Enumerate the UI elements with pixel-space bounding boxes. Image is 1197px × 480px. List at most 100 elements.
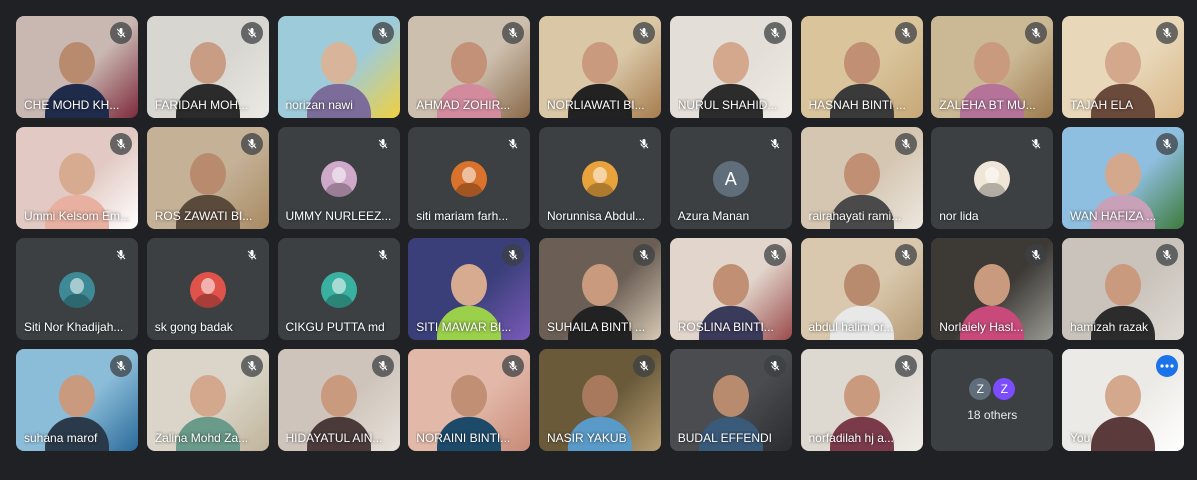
participant-name: BUDAL EFFENDI [677, 431, 772, 445]
participant-tile[interactable]: CHE MOHD KH... [16, 16, 138, 118]
mic-off-icon [1025, 133, 1048, 155]
participant-tile[interactable]: WAN HAFIZA ... [1062, 127, 1184, 229]
participant-tile[interactable]: ROSLINA BINTI... [669, 238, 792, 340]
mic-off-icon [1156, 244, 1178, 266]
participant-name: nor lida [939, 209, 979, 223]
others-tile[interactable]: Z Z 18 others [931, 349, 1054, 451]
participant-tile[interactable]: sk gong badak [146, 238, 269, 340]
mic-off-icon [763, 244, 786, 266]
participant-name: ROS ZAWATI BI... [154, 209, 253, 223]
participant-name: suhana marof [24, 431, 98, 445]
participant-tile[interactable]: suhana marof [16, 349, 138, 451]
mic-off-icon [894, 355, 917, 377]
participant-tile[interactable]: Ummi Kelsom Em... [16, 127, 138, 229]
participant-tile[interactable]: ROS ZAWATI BI... [146, 127, 269, 229]
participant-tile[interactable]: HASNAH BINTI ... [800, 16, 923, 118]
participant-name: ROSLINA BINTI... [677, 320, 774, 334]
mic-off-icon [633, 244, 655, 266]
participant-tile[interactable]: rairahayati rami... [800, 127, 923, 229]
mic-off-icon [633, 355, 655, 377]
participant-tile[interactable]: Norunnisa Abdul... [539, 127, 661, 229]
participant-name: Zalina Mohd Za... [154, 431, 249, 445]
mic-off-icon [240, 355, 263, 377]
participant-tile[interactable]: siti mariam farh... [408, 127, 531, 229]
participant-name: AHMAD ZOHIR... [416, 98, 511, 112]
participant-tile[interactable]: nor lida [931, 127, 1054, 229]
participant-tile[interactable]: NURUL SHAHID... [669, 16, 792, 118]
mic-off-icon [1156, 22, 1178, 44]
more-options-icon[interactable] [1156, 355, 1178, 377]
mic-off-icon [1156, 133, 1178, 155]
participant-name: NORLIAWATI BI... [547, 98, 645, 112]
participant-tile[interactable]: A Azura Manan [669, 127, 792, 229]
mic-off-icon [371, 244, 394, 266]
participant-tile[interactable]: Norlaiely Hasl... [931, 238, 1054, 340]
mic-off-icon [633, 22, 655, 44]
participant-name: NURUL SHAHID... [677, 98, 778, 112]
participant-tile[interactable]: SUHAILA BINTI ... [539, 238, 661, 340]
others-count-label: 18 others [967, 408, 1018, 422]
participant-name: siti mariam farh... [416, 209, 509, 223]
participant-name: CIKGU PUTTA md [285, 320, 385, 334]
participant-tile[interactable]: NASIR YAKUB [539, 349, 661, 451]
mic-off-icon [371, 133, 394, 155]
participant-tile[interactable]: hamizah razak [1062, 238, 1184, 340]
mic-off-icon [110, 244, 132, 266]
participant-tile[interactable]: Siti Nor Khadijah... [16, 238, 138, 340]
participant-tile[interactable]: AHMAD ZOHIR... [408, 16, 531, 118]
participant-tile[interactable]: abdul halim or... [800, 238, 923, 340]
mic-off-icon [110, 355, 132, 377]
participant-name: HIDAYATUL AIN... [285, 431, 383, 445]
mic-off-icon [240, 133, 263, 155]
participant-tile[interactable]: HIDAYATUL AIN... [277, 349, 400, 451]
participant-name: WAN HAFIZA ... [1070, 209, 1157, 223]
participant-name: sk gong badak [154, 320, 233, 334]
mic-off-icon [763, 22, 786, 44]
participant-tile[interactable]: FARIDAH MOH... [146, 16, 269, 118]
mic-off-icon [240, 244, 263, 266]
mic-off-icon [763, 133, 786, 155]
mic-off-icon [502, 133, 525, 155]
self-tile[interactable]: You [1062, 349, 1184, 451]
profile-photo-avatar [59, 272, 95, 308]
mic-off-icon [110, 133, 132, 155]
participant-name: SUHAILA BINTI ... [547, 320, 646, 334]
profile-photo-avatar [974, 161, 1011, 197]
participant-tile[interactable]: TAJAH ELA [1062, 16, 1184, 118]
mic-off-icon [763, 355, 786, 377]
participant-name: Norlaiely Hasl... [939, 320, 1024, 334]
participant-tile[interactable]: Zalina Mohd Za... [146, 349, 269, 451]
mic-off-icon [894, 244, 917, 266]
participant-name: UMMY NURLEEZ... [285, 209, 392, 223]
participant-name: abdul halim or... [808, 320, 894, 334]
participant-grid: CHE MOHD KH... FARIDAH MOH... norizan nawi… [16, 16, 1184, 451]
participant-name: NASIR YAKUB [547, 431, 627, 445]
profile-photo-avatar [189, 272, 226, 308]
participant-name: Azura Manan [677, 209, 750, 223]
participant-name: CHE MOHD KH... [24, 98, 120, 112]
mic-off-icon [894, 133, 917, 155]
participant-name: Norunnisa Abdul... [547, 209, 646, 223]
participant-name: ZALEHA BT MU... [939, 98, 1036, 112]
participant-name: norizan nawi [285, 98, 353, 112]
letter-avatar: A [712, 161, 749, 197]
participant-name: Ummi Kelsom Em... [24, 209, 130, 223]
participant-name: You [1070, 431, 1091, 445]
participant-tile[interactable]: norfadilah hj a... [800, 349, 923, 451]
participant-tile[interactable]: BUDAL EFFENDI [669, 349, 792, 451]
mic-off-icon [110, 22, 132, 44]
others-avatar: Z [969, 378, 992, 400]
participant-name: hamizah razak [1070, 320, 1149, 334]
participant-tile[interactable]: UMMY NURLEEZ... [277, 127, 400, 229]
participant-tile[interactable]: SITI MAWAR BI... [408, 238, 531, 340]
participant-tile[interactable]: NORLIAWATI BI... [539, 16, 661, 118]
participant-name: SITI MAWAR BI... [416, 320, 512, 334]
participant-tile[interactable]: norizan nawi [277, 16, 400, 118]
participant-name: Siti Nor Khadijah... [24, 320, 124, 334]
participant-name: norfadilah hj a... [808, 431, 894, 445]
participant-tile[interactable]: NORAINI BINTI... [408, 349, 531, 451]
participant-tile[interactable]: CIKGU PUTTA md [277, 238, 400, 340]
participant-tile[interactable]: ZALEHA BT MU... [931, 16, 1054, 118]
mic-off-icon [633, 133, 655, 155]
others-avatar: Z [993, 378, 1016, 400]
